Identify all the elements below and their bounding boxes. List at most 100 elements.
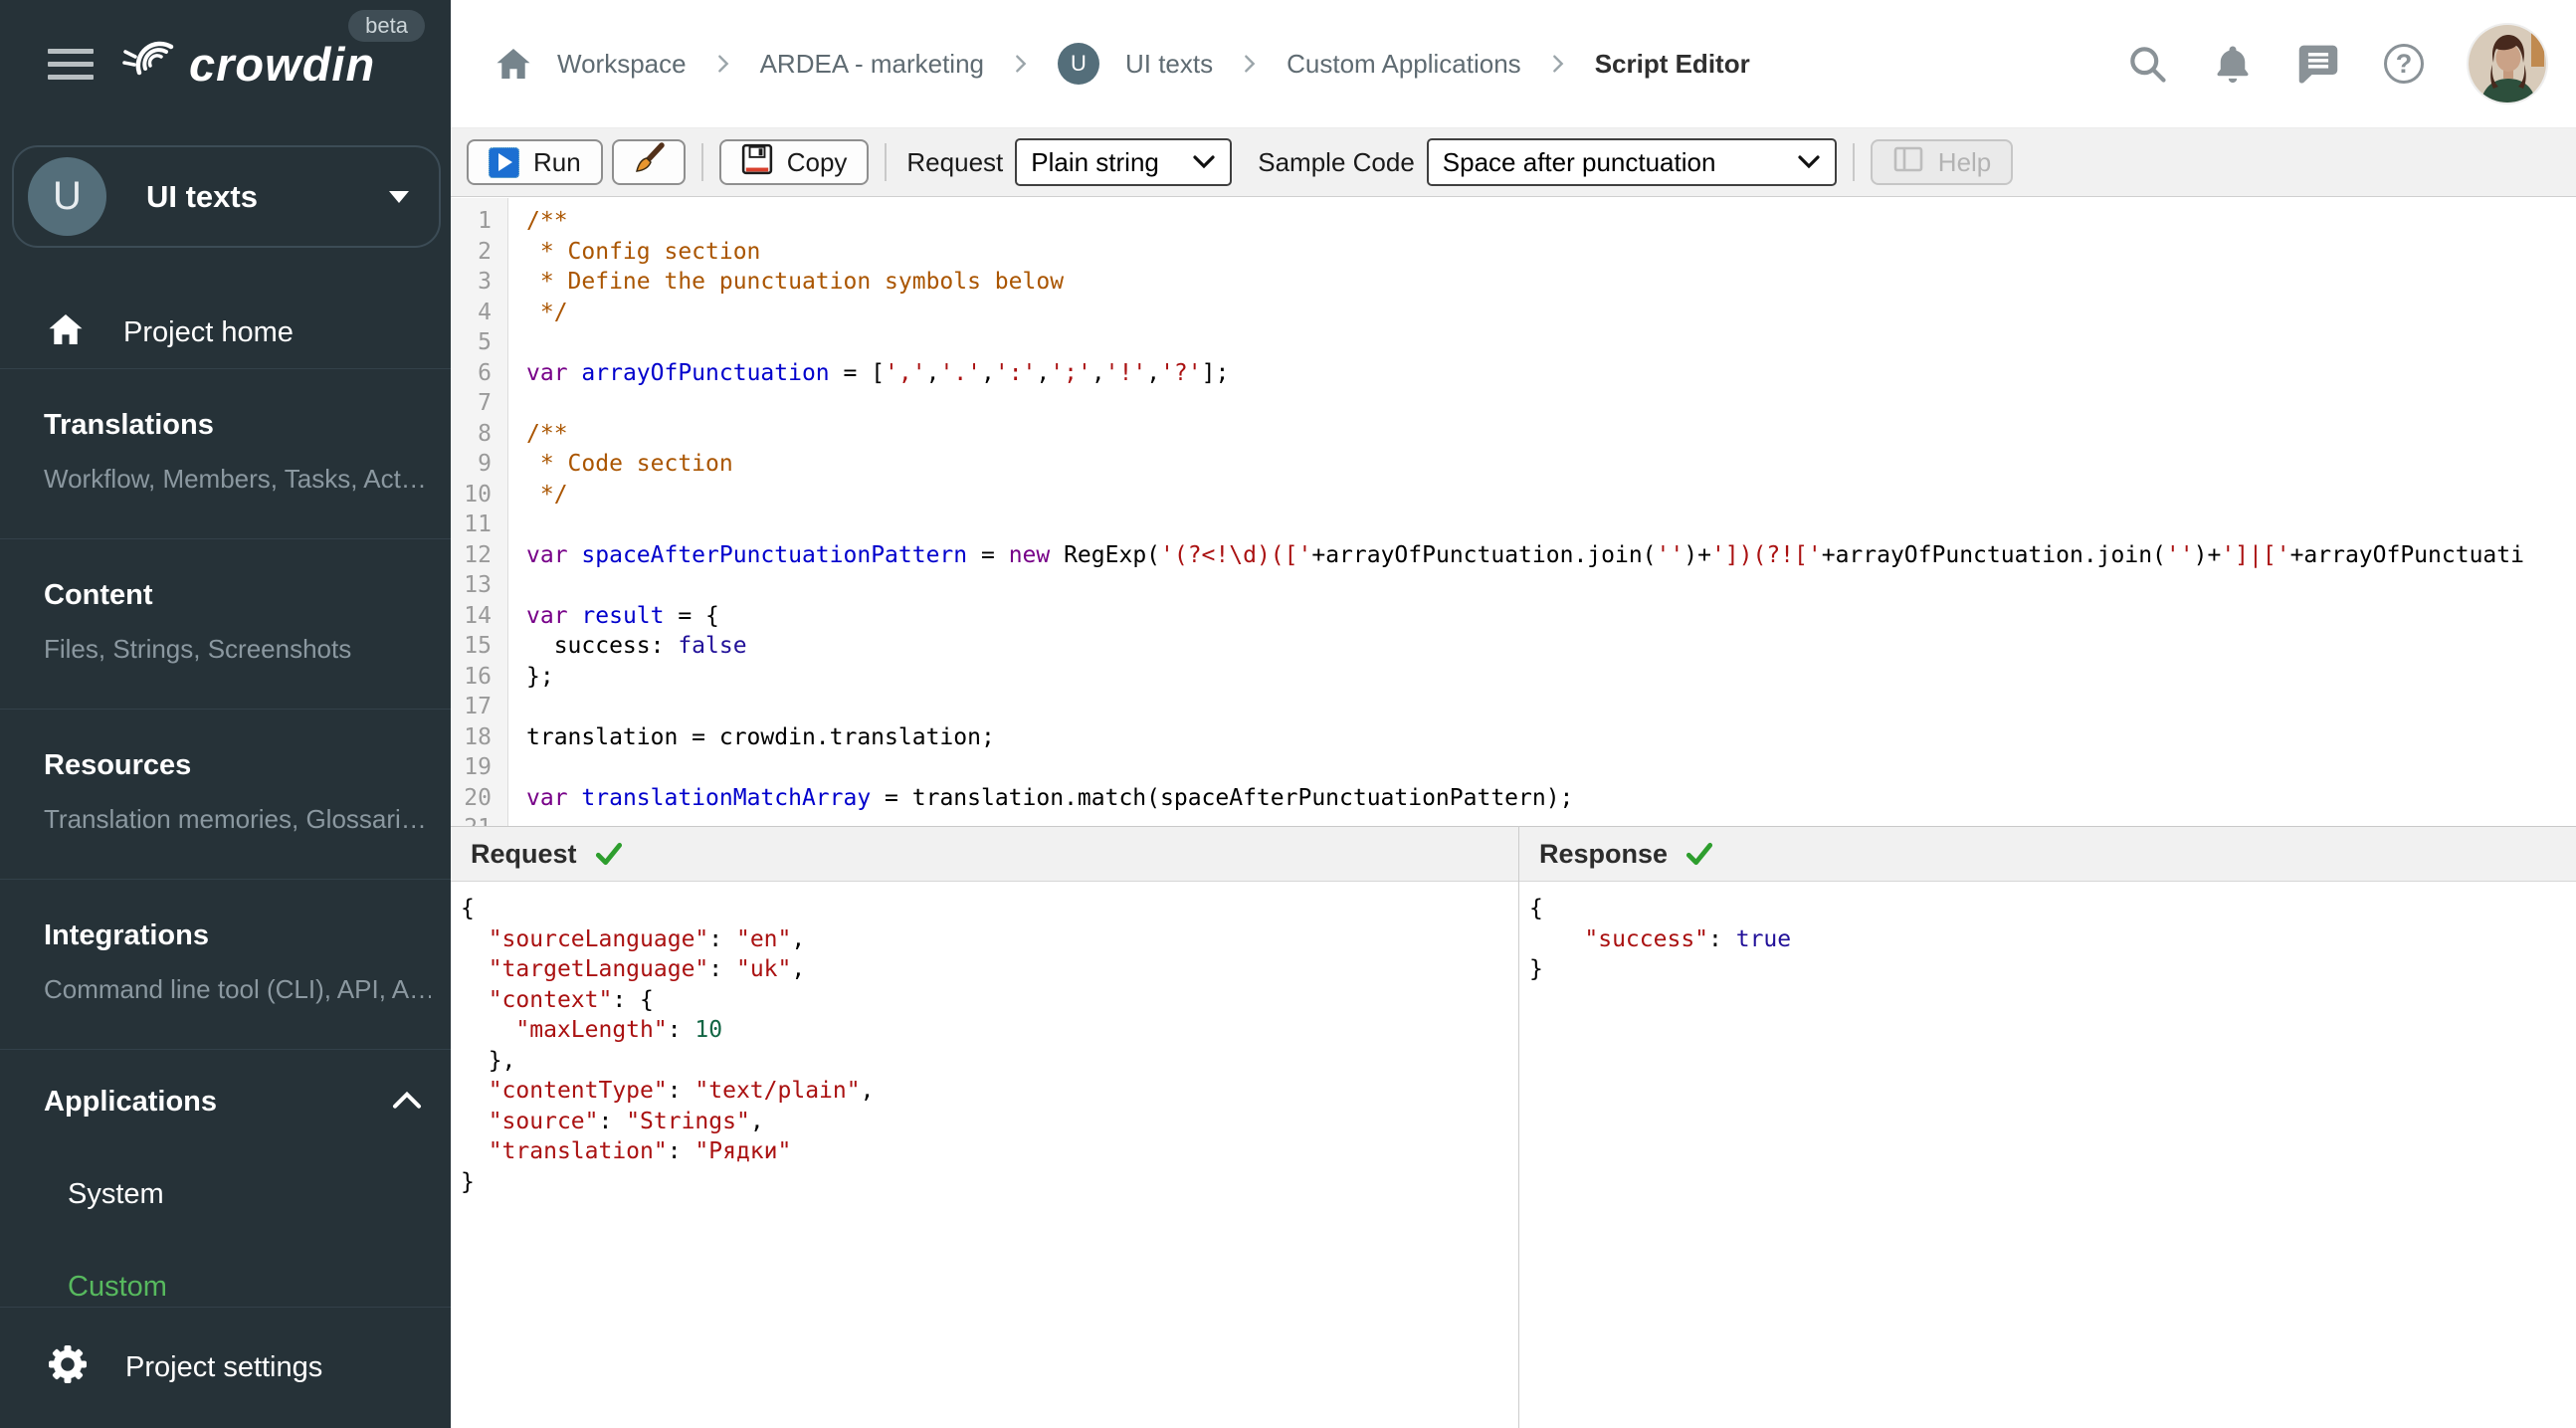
code-line[interactable]: 15 success: false — [451, 631, 2576, 662]
sidebar-section-title: Translations — [44, 409, 214, 441]
project-selector[interactable]: U UI texts — [12, 145, 441, 248]
brush-icon — [632, 141, 666, 183]
search-icon[interactable] — [2124, 41, 2170, 87]
request-json[interactable]: { "sourceLanguage": "en", "targetLanguag… — [451, 882, 1518, 1428]
code-lines: 1/** 2 * Config section 3 * Define the pun… — [451, 198, 2576, 826]
line-number: 15 — [464, 633, 492, 659]
code-line[interactable]: 6 var arrayOfPunctuation = [',','.',':','… — [451, 358, 2576, 389]
editor-toolbar: Run Copy Request Plain string Sample Cod… — [451, 128, 2576, 197]
line-number: 12 — [464, 541, 492, 568]
line-number: 4 — [478, 299, 492, 325]
help-button[interactable]: Help — [1870, 139, 2014, 185]
crowdin-script-editor-app: crowdin beta U UI texts Project home Tra… — [0, 0, 2576, 1428]
line-number: 7 — [478, 390, 492, 416]
code-line[interactable]: 21 — [451, 813, 2576, 826]
chevron-right-icon — [1552, 55, 1564, 73]
home-icon — [48, 312, 84, 354]
chevron-down-icon — [1798, 155, 1820, 169]
sidebar-item-project-settings[interactable]: Project settings — [0, 1307, 451, 1428]
line-number: 16 — [464, 663, 492, 690]
breadcrumb-item[interactable]: Workspace — [557, 49, 687, 80]
crowdin-shell-icon — [121, 35, 183, 94]
run-button[interactable]: Run — [467, 139, 603, 185]
code-line[interactable]: 19 — [451, 752, 2576, 783]
sidebar-section-applications[interactable]: Applications — [0, 1050, 451, 1119]
sidebar-sections: Translations Workflow, Members, Tasks, Ac… — [0, 369, 451, 1050]
json-line: "targetLanguage": "uk", — [488, 956, 806, 982]
code-line[interactable]: 16}; — [451, 662, 2576, 693]
breadcrumb: Workspace ARDEA - marketing U UI texts Custo… — [495, 43, 1750, 85]
sidebar-section-title: Content — [44, 579, 153, 611]
chevron-right-icon — [717, 55, 728, 73]
line-number: 6 — [478, 359, 492, 386]
project-name: UI texts — [146, 178, 258, 214]
hamburger-menu-button[interactable] — [48, 49, 94, 80]
sidebar-section-integrations[interactable]: Integrations Command line tool (CLI), API… — [0, 880, 451, 1050]
sample-code-value: Space after punctuation — [1442, 146, 1716, 177]
line-number: 8 — [478, 420, 492, 447]
success-check-icon — [1685, 842, 1713, 866]
sidebar-item-project-home[interactable]: Project home — [0, 298, 451, 369]
breadcrumb-item[interactable]: ARDEA - marketing — [760, 49, 984, 80]
line-number: 13 — [464, 572, 492, 598]
sidebar-item-system[interactable]: System — [0, 1178, 451, 1211]
chevron-right-icon — [1016, 55, 1027, 73]
chevron-down-icon — [1193, 155, 1215, 169]
crowdin-logo[interactable]: crowdin — [121, 35, 375, 94]
io-panels: Request { "sourceLanguage": "en", "targe… — [451, 826, 2576, 1428]
save-disk-icon — [741, 143, 773, 182]
code-line[interactable]: 3 * Define the punctuation symbols below — [451, 267, 2576, 298]
response-panel-title: Response — [1539, 838, 1669, 869]
code-line[interactable]: 9 * Code section — [451, 449, 2576, 480]
json-line: { — [1529, 896, 1543, 921]
sidebar-section-translations[interactable]: Translations Workflow, Members, Tasks, Ac… — [0, 369, 451, 539]
sidebar-section-content[interactable]: Content Files, Strings, Screenshots — [0, 539, 451, 710]
sidebar-item-custom[interactable]: Custom — [0, 1271, 451, 1304]
request-select-label: Request — [906, 146, 1004, 177]
help-icon[interactable]: ? — [2381, 41, 2427, 87]
chat-icon[interactable] — [2295, 41, 2341, 87]
code-line[interactable]: 2 * Config section — [451, 237, 2576, 268]
play-icon — [489, 146, 519, 178]
request-panel: Request { "sourceLanguage": "en", "targe… — [451, 826, 1519, 1428]
code-line[interactable]: 14 var result = { — [451, 601, 2576, 632]
json-line: "translation": "Рядки" — [488, 1138, 792, 1164]
line-number: 21 — [451, 813, 500, 826]
code-line[interactable]: 8/** — [451, 419, 2576, 450]
json-line: } — [461, 1168, 475, 1195]
request-type-select[interactable]: Plain string — [1015, 138, 1233, 186]
crowdin-logo-text: crowdin — [189, 38, 376, 91]
code-line[interactable]: 12 var spaceAfterPunctuationPattern = new… — [451, 540, 2576, 571]
sidebar-item-label: Project settings — [125, 1351, 323, 1383]
json-line: "contentType": "text/plain", — [488, 1078, 875, 1104]
code-line[interactable]: 20 var translationMatchArray = translatio… — [451, 783, 2576, 814]
user-avatar[interactable] — [2467, 23, 2548, 104]
sidebar-section-subtitle: Files, Strings, Screenshots — [44, 634, 352, 664]
success-check-icon — [595, 842, 622, 866]
bell-icon[interactable] — [2210, 41, 2256, 87]
code-editor[interactable]: 1/** 2 * Config section 3 * Define the pun… — [451, 198, 2576, 826]
sidebar-item-label: Project home — [123, 316, 294, 348]
chevron-down-icon — [389, 190, 409, 203]
home-icon[interactable] — [495, 47, 531, 81]
copy-button[interactable]: Copy — [718, 139, 870, 185]
line-number: 1 — [478, 208, 492, 234]
line-number: 11 — [464, 511, 492, 537]
breadcrumb-item[interactable]: UI texts — [1125, 49, 1213, 80]
code-line[interactable]: 1/** — [451, 206, 2576, 237]
code-line[interactable]: 4 */ — [451, 298, 2576, 328]
code-line[interactable]: 7 — [451, 388, 2576, 419]
line-number: 14 — [464, 602, 492, 629]
clear-brush-button[interactable] — [611, 139, 686, 185]
code-line[interactable]: 18 translation = crowdin.translation; — [451, 722, 2576, 753]
json-line: { — [461, 896, 475, 921]
code-line[interactable]: 5 — [451, 327, 2576, 358]
code-line[interactable]: 10 */ — [451, 480, 2576, 510]
code-line[interactable]: 13 — [451, 570, 2576, 601]
sample-code-select[interactable]: Space after punctuation — [1426, 138, 1837, 186]
sidebar-section-resources[interactable]: Resources Translation memories, Glossari… — [0, 710, 451, 880]
response-json[interactable]: { "success": true} — [1519, 882, 2576, 1428]
code-line[interactable]: 17 — [451, 692, 2576, 722]
breadcrumb-item[interactable]: Custom Applications — [1287, 49, 1521, 80]
code-line[interactable]: 11 — [451, 510, 2576, 540]
